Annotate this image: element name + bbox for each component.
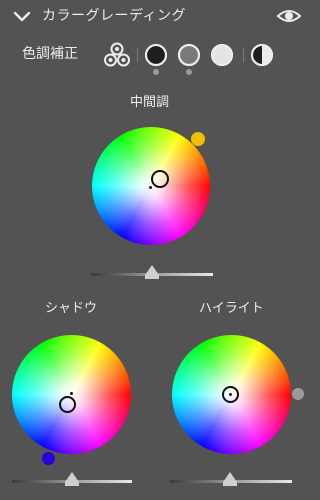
shadows-label: シャドウ xyxy=(45,301,98,316)
highlights-mode-icon[interactable] xyxy=(210,43,234,67)
three-way-view-icon[interactable] xyxy=(104,42,130,68)
midtones-label: 中間調 xyxy=(130,95,170,110)
adjustment-mode-label: 色調補正 xyxy=(22,46,78,62)
shadows-luminance-thumb[interactable] xyxy=(65,472,79,486)
mode-divider xyxy=(243,48,244,62)
shadows-color-swatch[interactable] xyxy=(42,452,55,465)
midtones-mode-indicator xyxy=(186,69,192,75)
visibility-eye-icon[interactable] xyxy=(276,8,302,24)
midtones-luminance-thumb[interactable] xyxy=(145,265,159,279)
highlights-luminance-thumb[interactable] xyxy=(223,472,237,486)
panel-title: カラーグレーディング xyxy=(42,8,187,24)
shadows-wheel-handle[interactable] xyxy=(59,396,76,413)
highlights-color-swatch[interactable] xyxy=(292,388,304,400)
selected-mode-indicator xyxy=(153,69,159,75)
highlights-label: ハイライト xyxy=(199,301,264,316)
shadows-center-marker xyxy=(70,392,73,395)
collapse-chevron-icon[interactable] xyxy=(12,7,32,25)
midtones-mode-icon[interactable] xyxy=(177,43,201,67)
shadows-mode-icon[interactable] xyxy=(144,43,168,67)
global-mode-icon[interactable] xyxy=(250,43,274,67)
midtones-center-marker xyxy=(149,186,152,189)
midtones-wheel-handle[interactable] xyxy=(151,170,169,188)
highlights-center-marker xyxy=(229,393,232,396)
mode-divider xyxy=(137,48,138,62)
